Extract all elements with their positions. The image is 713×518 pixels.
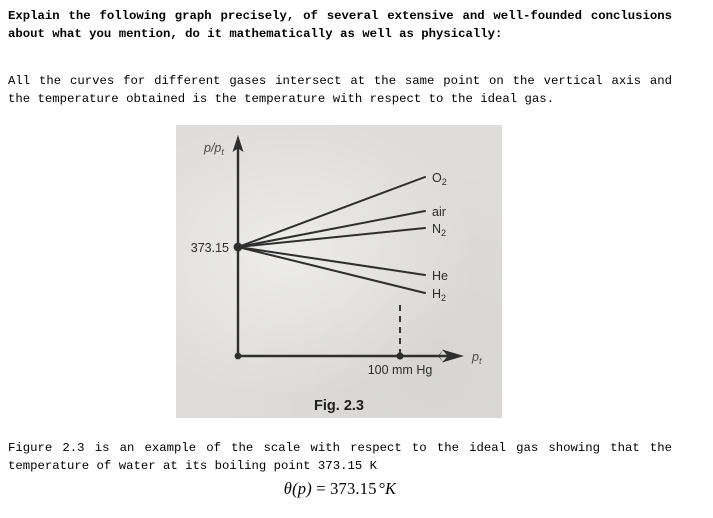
y-intercept-label: 373.15 bbox=[191, 241, 229, 255]
closing-paragraph-text: Figure 2.3 is an example of the scale wi… bbox=[8, 441, 672, 473]
x-tick-marker bbox=[396, 352, 404, 360]
curve-label-n2: N2 bbox=[432, 222, 446, 238]
figure-caption: Fig. 2.3 bbox=[314, 398, 364, 414]
equation-theta-symbol: θ bbox=[283, 479, 293, 498]
x-tick-label: 100 mm Hg bbox=[368, 363, 433, 377]
curve-label-o2: O2 bbox=[432, 171, 447, 187]
curve-label-he: He bbox=[432, 269, 448, 283]
x-axis-label: pt bbox=[471, 350, 482, 366]
equation-equals: = bbox=[311, 479, 331, 498]
equation-p-symbol: p bbox=[297, 479, 307, 498]
intro-paragraph: Explain the following graph precisely, o… bbox=[8, 9, 672, 41]
figure-image: p/pt 373.15 pt 100 mm Hg O2 air N2 He H2… bbox=[176, 125, 502, 418]
curve-label-h2: H2 bbox=[432, 287, 446, 303]
equation-unit: °K bbox=[378, 479, 397, 498]
curve-air bbox=[237, 210, 426, 248]
curve-label-air: air bbox=[432, 205, 446, 219]
closing-block: Figure 2.3 is an example of the scale wi… bbox=[8, 440, 672, 498]
statement-paragraph: All the curves for different gases inter… bbox=[8, 74, 672, 106]
equation-theta: θ(p) = 373.15 °K bbox=[8, 480, 672, 498]
x-axis bbox=[238, 349, 464, 363]
equation-value: 373.15 bbox=[330, 479, 377, 498]
y-axis-label: p/pt bbox=[203, 141, 224, 157]
gas-curve-group bbox=[237, 176, 426, 294]
origin-marker bbox=[234, 352, 242, 360]
